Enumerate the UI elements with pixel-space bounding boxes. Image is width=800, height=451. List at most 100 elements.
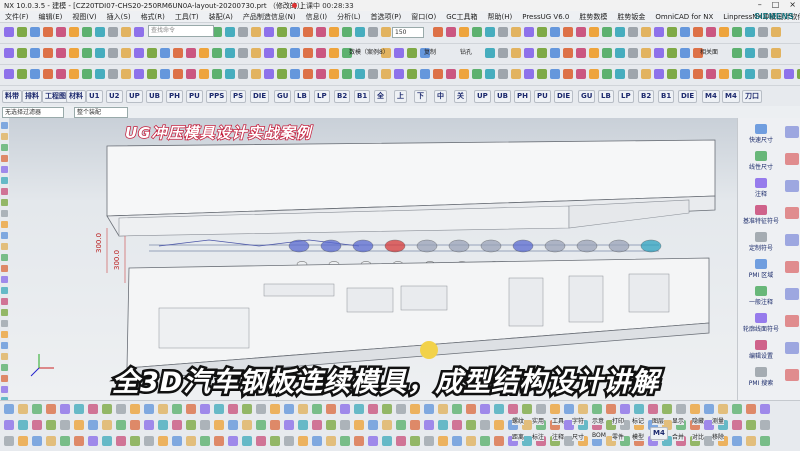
bottom-tool-label[interactable]: 对比: [692, 432, 705, 441]
bottom-tool-icon[interactable]: [284, 420, 294, 430]
bottom-tool-icon[interactable]: [424, 436, 434, 446]
bottom-tool-icon[interactable]: [144, 436, 154, 446]
bottom-tool-label[interactable]: 测量: [712, 416, 725, 425]
bottom-tool-icon[interactable]: [200, 420, 210, 430]
toolbar-tool-icon[interactable]: [615, 69, 625, 79]
toolbar-tool-icon[interactable]: [238, 69, 248, 79]
bottom-tool-icon[interactable]: [326, 404, 336, 414]
toolbar-tool-icon[interactable]: [745, 69, 755, 79]
toolbar-tool-icon[interactable]: [537, 27, 547, 37]
toolbar-tool-icon[interactable]: [433, 27, 443, 37]
toolbar-tool-icon[interactable]: [589, 69, 599, 79]
bottom-tool-icon[interactable]: [102, 436, 112, 446]
side-tool-icon[interactable]: [785, 180, 799, 192]
bottom-tool-icon[interactable]: [340, 436, 350, 446]
side-tool-icon[interactable]: [785, 288, 799, 300]
toolbar-tool-icon[interactable]: [667, 48, 677, 58]
toolbar-tool-icon[interactable]: [108, 27, 118, 37]
menu-item-12[interactable]: GC工具箱: [441, 12, 482, 22]
pmi-tool-0[interactable]: 快速尺寸: [738, 124, 784, 144]
toolbar-tool-icon[interactable]: [485, 69, 495, 79]
menu-item-13[interactable]: 帮助(H): [483, 12, 518, 22]
toolbar-tool-icon[interactable]: [628, 27, 638, 37]
bottom-tool-icon[interactable]: [200, 436, 210, 446]
toolbar-tool-icon[interactable]: [290, 27, 300, 37]
toolbar-tool-icon[interactable]: [199, 69, 209, 79]
toolbar-tool-icon[interactable]: [316, 69, 326, 79]
bottom-tool-icon[interactable]: [298, 436, 308, 446]
bottom-tool-icon[interactable]: [550, 404, 560, 414]
resource-bar-icon[interactable]: [1, 309, 8, 316]
bottom-tool-icon[interactable]: [116, 420, 126, 430]
bottom-tool-icon[interactable]: [46, 420, 56, 430]
side-tool-icon[interactable]: [785, 126, 799, 138]
bottom-tool-icon[interactable]: [256, 420, 266, 430]
bottom-tool-icon[interactable]: [270, 404, 280, 414]
menu-item-6[interactable]: 装配(A): [204, 12, 238, 22]
toolbar-tool-icon[interactable]: [147, 69, 157, 79]
toolbar-tool-icon[interactable]: [82, 27, 92, 37]
chip-button[interactable]: 工程图: [42, 90, 69, 103]
chip-button[interactable]: DIE: [250, 90, 270, 103]
chip-button[interactable]: 全: [374, 90, 387, 103]
bottom-tool-icon[interactable]: [18, 404, 28, 414]
bottom-tool-label[interactable]: 标注: [532, 432, 545, 441]
toolbar-tool-icon[interactable]: [303, 69, 313, 79]
bottom-tool-icon[interactable]: [144, 420, 154, 430]
toolbar-tool-icon[interactable]: [758, 48, 768, 58]
menu-item-7[interactable]: 产品制造信息(N): [238, 12, 301, 22]
row2-label-2[interactable]: 复制: [424, 47, 436, 56]
resource-bar-icon[interactable]: [1, 386, 8, 393]
toolbar-tool-icon[interactable]: [121, 27, 131, 37]
chip-button[interactable]: B2: [334, 90, 351, 103]
bottom-tool-icon[interactable]: [620, 404, 630, 414]
bottom-tool-icon[interactable]: [270, 420, 280, 430]
bottom-tool-icon[interactable]: [410, 436, 420, 446]
bottom-tool-icon[interactable]: [88, 404, 98, 414]
bottom-tool-icon[interactable]: [494, 436, 504, 446]
toolbar-tool-icon[interactable]: [459, 69, 469, 79]
bottom-tool-icon[interactable]: [760, 404, 770, 414]
bottom-tool-icon[interactable]: [46, 436, 56, 446]
bottom-tool-icon[interactable]: [4, 436, 14, 446]
toolbar-tool-icon[interactable]: [498, 27, 508, 37]
toolbar-tool-icon[interactable]: [225, 69, 235, 79]
resource-bar-icon[interactable]: [1, 375, 8, 382]
toolbar-tool-icon[interactable]: [732, 69, 742, 79]
toolbar-tool-icon[interactable]: [498, 69, 508, 79]
toolbar-tool-icon[interactable]: [56, 48, 66, 58]
menu-item-1[interactable]: 编辑(E): [34, 12, 68, 22]
bottom-tool-label[interactable]: 工具: [552, 416, 565, 425]
bottom-tool-icon[interactable]: [130, 404, 140, 414]
maximize-icon[interactable]: □: [772, 0, 780, 9]
bottom-tool-icon[interactable]: [410, 404, 420, 414]
toolbar-tool-icon[interactable]: [4, 69, 14, 79]
bottom-tool-icon[interactable]: [298, 404, 308, 414]
bottom-tool-icon[interactable]: [242, 436, 252, 446]
toolbar-tool-icon[interactable]: [446, 69, 456, 79]
bottom-tool-label[interactable]: 打印: [612, 416, 625, 425]
toolbar-tool-icon[interactable]: [706, 69, 716, 79]
bottom-tool-icon[interactable]: [452, 404, 462, 414]
toolbar-tool-icon[interactable]: [576, 69, 586, 79]
toolbar-tool-icon[interactable]: [342, 27, 352, 37]
chip-button[interactable]: LP: [618, 90, 634, 103]
bottom-tool-icon[interactable]: [172, 436, 182, 446]
menu-item-4[interactable]: 格式(R): [136, 12, 170, 22]
bottom-tool-icon[interactable]: [284, 404, 294, 414]
chip-button[interactable]: UP: [474, 90, 491, 103]
chip-button[interactable]: 上: [394, 90, 407, 103]
bottom-tool-icon[interactable]: [102, 404, 112, 414]
chip-button[interactable]: 关: [454, 90, 467, 103]
bottom-tool-icon[interactable]: [32, 436, 42, 446]
scope-filter-select[interactable]: 整个装配: [74, 107, 128, 118]
toolbar-tool-icon[interactable]: [563, 69, 573, 79]
bottom-tool-icon[interactable]: [382, 436, 392, 446]
toolbar-tool-icon[interactable]: [758, 27, 768, 37]
resource-bar-icon[interactable]: [1, 199, 8, 206]
chip-button[interactable]: LP: [314, 90, 330, 103]
toolbar-tool-icon[interactable]: [212, 48, 222, 58]
toolbar-tool-icon[interactable]: [706, 27, 716, 37]
menu-item-5[interactable]: 工具(T): [170, 12, 204, 22]
bottom-tool-icon[interactable]: [438, 436, 448, 446]
